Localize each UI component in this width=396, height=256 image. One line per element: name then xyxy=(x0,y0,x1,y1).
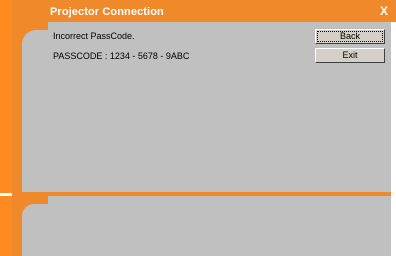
lower-panel-corner xyxy=(22,204,48,256)
left-accent-bar xyxy=(0,0,12,193)
projector-connection-window: Projector Connection X Incorrect PassCod… xyxy=(0,0,396,256)
upper-panel-corner xyxy=(22,30,48,192)
back-button[interactable]: Back xyxy=(315,29,385,44)
left-accent-bar-lower xyxy=(0,196,12,256)
right-margin xyxy=(391,22,396,256)
exit-button[interactable]: Exit xyxy=(315,48,385,63)
window-title: Projector Connection xyxy=(50,6,164,18)
error-message: Incorrect PassCode. xyxy=(53,31,135,41)
lower-panel xyxy=(48,196,391,256)
title-bar: Projector Connection xyxy=(12,0,396,23)
passcode-text: PASSCODE : 1234 - 5678 - 9ABC xyxy=(53,51,190,61)
close-icon[interactable]: X xyxy=(378,5,390,17)
